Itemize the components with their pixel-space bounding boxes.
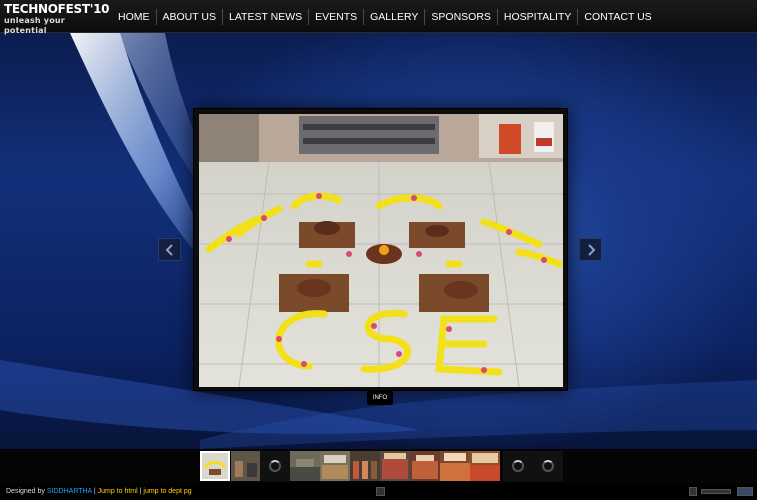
thumbnail-7[interactable] — [380, 451, 410, 481]
chevron-left-icon — [165, 244, 173, 256]
loading-spinner-icon — [269, 460, 281, 472]
page-footer: Designed by SIDDHARTHA | Jump to html | … — [0, 483, 757, 500]
zoom-slider[interactable] — [701, 489, 731, 494]
info-button[interactable]: INFO — [367, 391, 393, 405]
thumbnail-image — [290, 451, 320, 481]
thumbnail-9[interactable] — [440, 451, 470, 481]
thumbnail-8[interactable] — [410, 451, 440, 481]
fullscreen-toggle-icon[interactable] — [376, 487, 385, 496]
loading-spinner-icon — [512, 460, 524, 472]
chevron-right-icon — [588, 244, 596, 256]
nav-home[interactable]: HOME — [112, 8, 156, 26]
gallery-photo[interactable] — [199, 114, 563, 387]
photo-viewer — [193, 108, 568, 391]
main-nav: HOME ABOUT US LATEST NEWS EVENTS GALLERY… — [112, 0, 658, 33]
grid-view-icon[interactable] — [689, 487, 697, 496]
thumbnail-image — [231, 451, 261, 481]
thumbnail-image — [440, 451, 470, 481]
thumbnail-image — [470, 451, 500, 481]
nav-contact-us[interactable]: CONTACT US — [578, 8, 657, 26]
top-navigation-bar: TECHNOFEST'10 unleash your potential HOM… — [0, 0, 757, 36]
next-photo-button[interactable] — [579, 238, 602, 261]
thumbnail-preview-icon[interactable] — [737, 487, 753, 496]
nav-hospitality[interactable]: HOSPITALITY — [498, 8, 578, 26]
designed-by-label: Designed by — [6, 488, 45, 495]
thumbnail-5[interactable] — [320, 451, 350, 481]
thumbnail-1-active[interactable] — [200, 451, 230, 481]
site-logo[interactable]: TECHNOFEST'10 unleash your potential — [4, 2, 110, 36]
nav-gallery[interactable]: GALLERY — [364, 8, 424, 26]
logo-tagline: unleash your potential — [4, 16, 65, 35]
thumbnail-image — [410, 451, 440, 481]
rangoli-photo-illustration — [199, 114, 563, 387]
nav-about-us[interactable]: ABOUT US — [157, 8, 222, 26]
nav-sponsors[interactable]: SPONSORS — [425, 8, 497, 26]
thumbnail-image — [202, 453, 228, 479]
nav-events[interactable]: EVENTS — [309, 8, 363, 26]
thumbnail-6[interactable] — [350, 451, 380, 481]
thumbnail-3-loading[interactable] — [260, 451, 290, 481]
thumbnail-2[interactable] — [231, 451, 261, 481]
thumbnail-image — [320, 451, 350, 481]
thumbnail-4[interactable] — [290, 451, 320, 481]
thumbnail-10[interactable] — [470, 451, 500, 481]
loading-spinner-icon — [542, 460, 554, 472]
thumbnail-11-loading[interactable] — [503, 451, 533, 481]
designer-credit: Designed by SIDDHARTHA | Jump to html | … — [6, 483, 192, 500]
designer-name[interactable]: SIDDHARTHA — [47, 488, 92, 495]
nav-latest-news[interactable]: LATEST NEWS — [223, 8, 308, 26]
jump-to-html-link[interactable]: Jump to html — [98, 488, 138, 495]
previous-photo-button[interactable] — [158, 238, 181, 261]
thumbnail-image — [350, 451, 380, 481]
thumbnail-strip — [0, 449, 757, 483]
thumbnail-image — [380, 451, 410, 481]
thumbnail-12-loading[interactable] — [533, 451, 563, 481]
jump-to-dept-link[interactable]: jump to dept pg — [143, 488, 191, 495]
logo-title: TECHNOFEST'10 — [4, 2, 110, 16]
